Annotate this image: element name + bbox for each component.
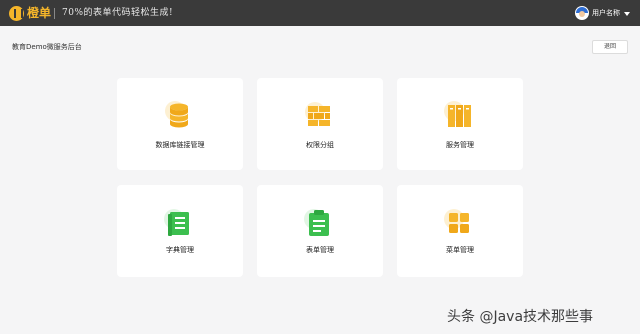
server-rack-icon [444,101,471,127]
card-label: 数据库链接管理 [155,141,205,149]
back-button[interactable]: 退回 [592,40,628,54]
card-label: 菜单管理 [446,246,474,254]
database-icon [165,101,188,128]
clipboard-icon [304,209,329,236]
card-permission-groups[interactable]: 权限分组 [257,78,383,170]
watermark-text: 头条 @Java技术那些事 [447,309,594,325]
avatar[interactable] [575,6,589,20]
top-bar: 橙单 70%的表单代码轻松生成! 用户名称 [0,0,640,26]
book-icon [164,209,189,236]
chevron-down-icon[interactable] [624,12,630,16]
page-title: 教育Demo微服务后台 [12,43,82,51]
grid-menu-icon [444,209,469,233]
logo-text: 橙单 [27,6,52,20]
card-label: 字典管理 [166,246,194,254]
card-service-management[interactable]: 服务管理 [397,78,523,170]
header-divider [54,8,55,19]
user-menu-name[interactable]: 用户名称 [592,8,620,18]
card-label: 服务管理 [446,141,474,149]
card-form-management[interactable]: 表单管理 [257,185,383,277]
brick-wall-icon [305,102,330,126]
card-label: 权限分组 [306,141,334,149]
logo-icon [9,6,24,21]
card-database-management[interactable]: 数据库链接管理 [117,78,243,170]
card-dictionary-management[interactable]: 字典管理 [117,185,243,277]
header-slogan: 70%的表单代码轻松生成! [62,8,174,18]
card-menu-management[interactable]: 菜单管理 [397,185,523,277]
card-label: 表单管理 [306,246,334,254]
